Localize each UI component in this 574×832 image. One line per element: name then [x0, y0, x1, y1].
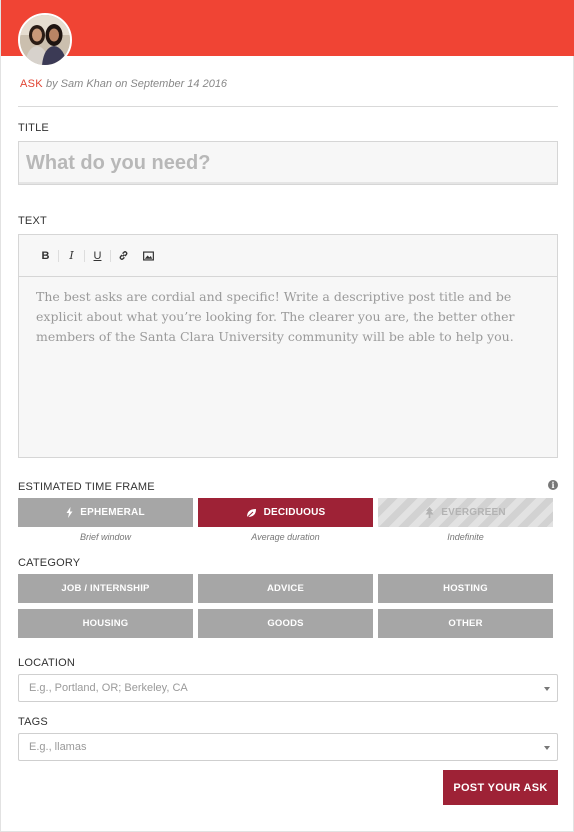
post-your-ask-button[interactable]: POST YOUR ASK: [443, 770, 558, 805]
location-input[interactable]: [19, 675, 519, 701]
tree-icon: [425, 507, 434, 518]
post-type-label[interactable]: ASK: [20, 78, 43, 90]
ephemeral-caption: Brief window: [79, 532, 132, 542]
category-label: CATEGORY: [18, 557, 81, 569]
italic-button[interactable]: I: [59, 246, 84, 266]
lightning-icon: [66, 507, 73, 518]
category-advice[interactable]: ADVICE: [198, 574, 373, 603]
category-goods[interactable]: GOODS: [198, 609, 373, 638]
category-housing[interactable]: HOUSING: [18, 609, 193, 638]
tags-label: TAGS: [18, 716, 48, 728]
image-button[interactable]: [136, 246, 161, 266]
header-divider: [18, 106, 558, 107]
time-frame-evergreen[interactable]: EVERGREEN: [378, 498, 553, 527]
title-input[interactable]: [19, 142, 557, 184]
ask-form-card: ASK by Sam Khan on September 14 2016 TIT…: [0, 0, 574, 832]
tags-select[interactable]: [18, 733, 558, 761]
info-icon[interactable]: i: [548, 480, 558, 490]
leaf-icon: [246, 508, 256, 518]
category-hosting[interactable]: HOSTING: [378, 574, 553, 603]
text-editor[interactable]: B I U The best asks are cordial and spec…: [18, 234, 558, 458]
bold-button[interactable]: B: [33, 246, 58, 266]
post-date: September 14 2016: [130, 78, 228, 90]
chevron-down-icon[interactable]: [544, 746, 550, 750]
link-icon: [119, 251, 128, 260]
link-button[interactable]: [111, 246, 136, 266]
author-avatar[interactable]: [18, 13, 72, 67]
title-label: TITLE: [18, 122, 49, 134]
category-other[interactable]: OTHER: [378, 609, 553, 638]
time-frame-label: ESTIMATED TIME FRAME: [18, 481, 155, 493]
tags-input[interactable]: [19, 734, 519, 760]
text-label: TEXT: [18, 215, 47, 227]
time-frame-evergreen-label: EVERGREEN: [441, 507, 506, 518]
deciduous-caption: Average duration: [251, 532, 320, 542]
editor-toolbar: B I U: [19, 235, 557, 277]
location-label: LOCATION: [18, 657, 76, 669]
post-meta: ASK by Sam Khan on September 14 2016: [20, 78, 227, 90]
category-job-internship[interactable]: JOB / INTERNSHIP: [18, 574, 193, 603]
author-name[interactable]: Sam Khan: [61, 78, 112, 90]
chevron-down-icon[interactable]: [544, 687, 550, 691]
title-field[interactable]: [18, 141, 558, 185]
time-frame-ephemeral-label: EPHEMERAL: [80, 507, 145, 518]
time-frame-ephemeral[interactable]: EPHEMERAL: [18, 498, 193, 527]
by-text: by: [45, 78, 58, 90]
image-icon: [143, 250, 154, 261]
time-frame-deciduous[interactable]: DECIDUOUS: [198, 498, 373, 527]
location-select[interactable]: [18, 674, 558, 702]
on-text: on: [115, 78, 128, 90]
evergreen-caption: Indefinite: [447, 532, 484, 542]
underline-button[interactable]: U: [85, 246, 110, 266]
text-body-placeholder[interactable]: The best asks are cordial and specific! …: [19, 277, 557, 357]
time-frame-deciduous-label: DECIDUOUS: [263, 507, 326, 518]
avatar-photo-icon: [20, 15, 70, 65]
header-bar: [1, 0, 574, 56]
